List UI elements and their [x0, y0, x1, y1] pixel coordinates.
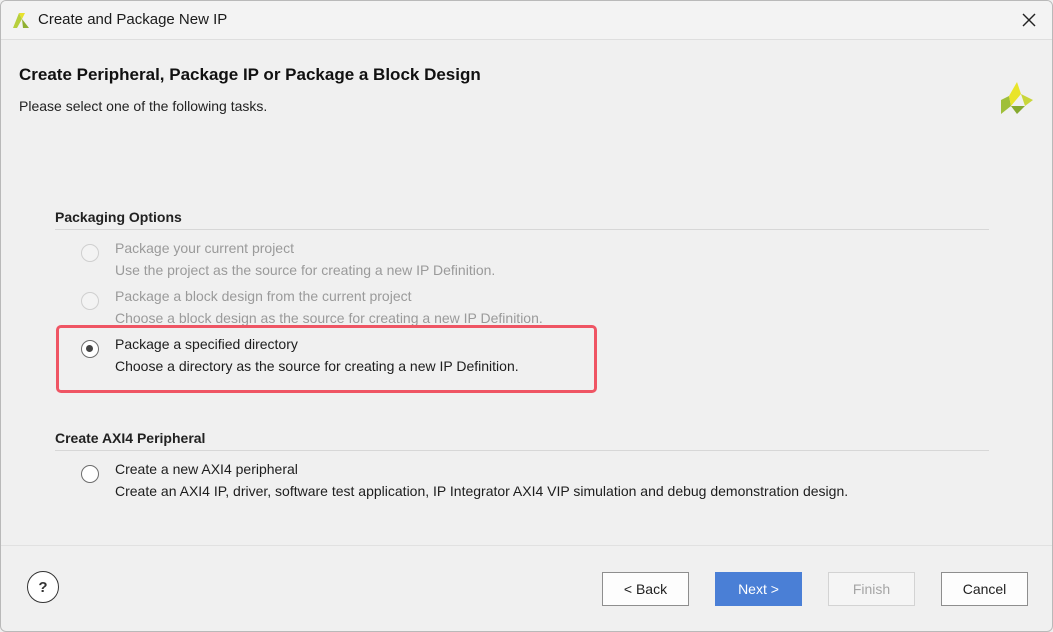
option-package-block-design[interactable]: Package a block design from the current … — [79, 288, 959, 332]
option-label: Package your current project — [115, 240, 294, 256]
finish-button[interactable]: Finish — [828, 572, 915, 606]
help-button[interactable]: ? — [27, 571, 59, 603]
radio-button[interactable] — [81, 292, 99, 310]
close-icon — [1022, 13, 1036, 27]
option-label: Package a specified directory — [115, 336, 298, 352]
section-divider — [55, 450, 989, 451]
back-button[interactable]: < Back — [602, 572, 689, 606]
option-description: Use the project as the source for creati… — [115, 262, 496, 278]
option-package-current-project[interactable]: Package your current project Use the pro… — [79, 240, 959, 284]
dialog-window: Create and Package New IP Create Periphe… — [0, 0, 1053, 632]
option-package-specified-directory[interactable]: Package a specified directory Choose a d… — [79, 336, 959, 380]
page-subtitle: Please select one of the following tasks… — [19, 98, 268, 114]
axi4-peripheral-title: Create AXI4 Peripheral — [55, 430, 206, 446]
app-logo-icon — [13, 13, 29, 28]
cancel-button-label: Cancel — [962, 581, 1007, 597]
section-divider — [55, 229, 989, 230]
brand-logo-icon — [1001, 82, 1033, 114]
page-header: Create Peripheral, Package IP or Package… — [1, 40, 1052, 135]
packaging-options-title: Packaging Options — [55, 209, 182, 225]
radio-button-selected[interactable] — [81, 340, 99, 358]
window-title: Create and Package New IP — [38, 11, 228, 28]
next-button[interactable]: Next > — [715, 572, 802, 606]
finish-button-label: Finish — [852, 581, 891, 597]
option-label: Create a new AXI4 peripheral — [115, 461, 298, 477]
option-description: Choose a directory as the source for cre… — [115, 358, 519, 374]
title-bar: Create and Package New IP — [1, 1, 1052, 40]
close-button[interactable] — [1014, 5, 1044, 35]
back-button-label: < Back — [623, 581, 668, 597]
cancel-button[interactable]: Cancel — [941, 572, 1028, 606]
option-description: Create an AXI4 IP, driver, software test… — [115, 483, 849, 499]
footer-divider — [1, 545, 1052, 546]
next-button-label: Next > — [738, 581, 779, 597]
page-title: Create Peripheral, Package IP or Package… — [19, 65, 481, 84]
radio-button[interactable] — [81, 244, 99, 262]
radio-button[interactable] — [81, 465, 99, 483]
option-description: Choose a block design as the source for … — [115, 310, 543, 326]
option-create-axi4-peripheral[interactable]: Create a new AXI4 peripheral Create an A… — [79, 461, 959, 505]
option-label: Package a block design from the current … — [115, 288, 412, 304]
